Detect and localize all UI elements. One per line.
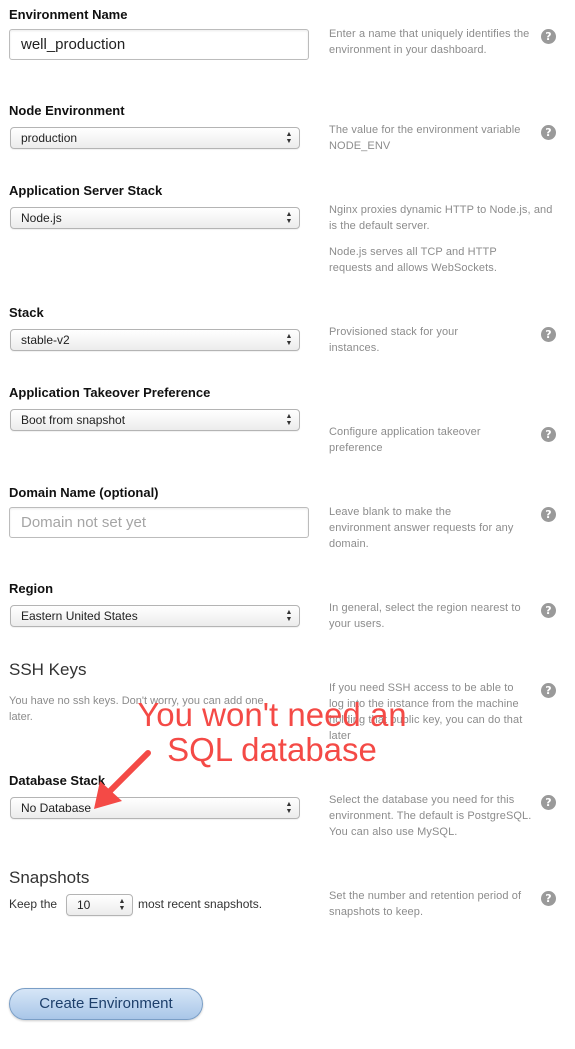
create-environment-button[interactable]: Create Environment	[9, 988, 203, 1020]
stack-label: Stack	[9, 305, 44, 320]
help-icon[interactable]: ?	[541, 427, 556, 442]
help-icon[interactable]: ?	[541, 29, 556, 44]
ssh-keys-title: SSH Keys	[9, 660, 87, 679]
stack-value: stable-v2	[21, 333, 70, 347]
takeover-label: Application Takeover Preference	[9, 385, 211, 400]
db-stack-help: Select the database you need for this en…	[329, 794, 532, 838]
app-stack-select[interactable]: Node.js ▲ ▼	[10, 207, 300, 229]
region-value: Eastern United States	[21, 609, 138, 623]
domain-help: Leave blank to make the environment answ…	[329, 506, 514, 550]
node-env-label: Node Environment	[9, 103, 125, 118]
node-env-select[interactable]: production ▲ ▼	[10, 127, 300, 149]
snapshots-count-value: 10	[77, 898, 91, 912]
select-arrows-icon: ▲ ▼	[285, 609, 293, 623]
node-env-help: The value for the environment variable N…	[329, 124, 521, 152]
help-icon[interactable]: ?	[541, 327, 556, 342]
stack-help: Provisioned stack for your instances.	[329, 326, 459, 354]
region-help: In general, select the region nearest to…	[329, 602, 521, 630]
select-arrows-icon: ▲ ▼	[285, 131, 293, 145]
node-env-value: production	[21, 131, 78, 145]
select-arrows-icon: ▲ ▼	[285, 801, 293, 815]
takeover-select[interactable]: Boot from snapshot ▲ ▼	[10, 409, 300, 431]
help-icon[interactable]: ?	[541, 795, 556, 810]
select-arrows-icon: ▲ ▼	[285, 413, 293, 427]
snapshots-prefix: Keep the	[9, 897, 58, 911]
domain-input[interactable]: Domain not set yet	[9, 507, 309, 538]
snapshots-title: Snapshots	[9, 868, 90, 887]
region-label: Region	[9, 581, 54, 596]
snapshots-suffix: most recent snapshots.	[138, 897, 263, 911]
annotation-arrow-icon	[94, 750, 151, 809]
help-icon[interactable]: ?	[541, 891, 556, 906]
annotation-text: You won't need an SQL database	[137, 696, 407, 768]
env-name-label: Environment Name	[9, 7, 128, 22]
help-icon[interactable]: ?	[541, 603, 556, 618]
env-name-input[interactable]: well_production	[9, 29, 309, 60]
app-stack-help-2: Node.js serves all TCP and HTTP requests…	[329, 246, 497, 274]
takeover-help: Configure application takeover preferenc…	[329, 426, 481, 454]
takeover-value: Boot from snapshot	[21, 413, 126, 427]
select-arrows-icon: ▲ ▼	[285, 211, 293, 225]
help-icon[interactable]: ?	[541, 507, 556, 522]
app-stack-label: Application Server Stack	[9, 183, 163, 198]
stack-select[interactable]: stable-v2 ▲ ▼	[10, 329, 300, 351]
select-arrows-icon: ▲ ▼	[285, 333, 293, 347]
region-select[interactable]: Eastern United States ▲ ▼	[10, 605, 300, 627]
help-icon[interactable]: ?	[541, 683, 556, 698]
app-stack-help: Nginx proxies dynamic HTTP to Node.js, a…	[329, 204, 553, 232]
snapshots-count-select[interactable]: 10 ▲ ▼	[66, 894, 133, 916]
app-stack-value: Node.js	[21, 211, 62, 225]
snapshots-help: Set the number and retention period of s…	[329, 890, 522, 918]
domain-label: Domain Name (optional)	[9, 485, 159, 500]
env-name-help: Enter a name that uniquely identifies th…	[329, 28, 530, 56]
select-arrows-icon: ▲ ▼	[118, 898, 126, 912]
help-icon[interactable]: ?	[541, 125, 556, 140]
